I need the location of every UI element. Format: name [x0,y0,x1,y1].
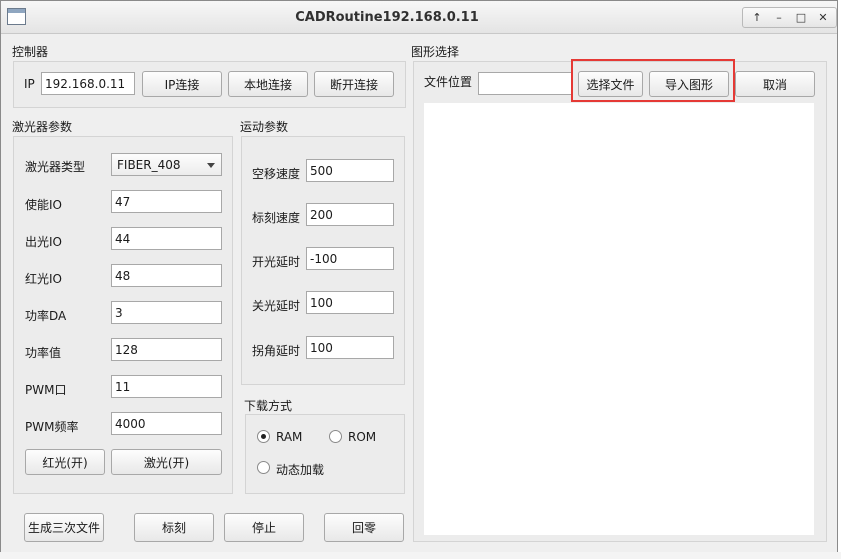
chevron-down-icon [207,163,215,168]
status-bar [0,552,841,559]
mark-speed-input[interactable]: 200 [306,203,394,226]
mark-button[interactable]: 标刻 [134,513,214,542]
red-light-io-label: 红光IO [25,272,62,286]
laser-type-label: 激光器类型 [25,160,86,174]
motion-section-title: 运动参数 [240,120,289,134]
enable-io-label: 使能IO [25,198,62,212]
laser-on-delay-input[interactable]: -100 [306,247,394,270]
laser-type-select[interactable]: FIBER_408 [111,153,222,176]
idle-speed-input[interactable]: 500 [306,159,394,182]
download-section-title: 下载方式 [244,399,293,413]
window-title: CADRoutine192.168.0.11 [295,10,479,25]
file-location-input[interactable] [478,72,572,95]
enable-io-input[interactable]: 47 [111,190,222,213]
laser-type-value: FIBER_408 [117,157,181,172]
rom-radio[interactable] [329,430,342,443]
file-location-label: 文件位置 [424,75,473,89]
graphic-canvas[interactable] [424,103,814,535]
pwm-frequency-input[interactable]: 4000 [111,412,222,435]
idle-speed-label: 空移速度 [252,167,301,181]
ram-radio[interactable] [257,430,270,443]
power-value-label: 功率值 [25,346,62,360]
download-group [245,414,405,494]
minimize-icon[interactable]: – [768,8,790,27]
dynamic-load-label[interactable]: 动态加载 [276,461,324,478]
home-button[interactable]: 回零 [324,513,404,542]
window-controls: ↑ – □ ✕ [742,7,837,28]
maximize-icon[interactable]: □ [790,8,812,27]
ip-input[interactable]: 192.168.0.11 [41,72,135,95]
cancel-button[interactable]: 取消 [735,71,815,97]
graphic-section-title: 图形选择 [411,45,460,59]
stop-button[interactable]: 停止 [224,513,304,542]
power-value-input[interactable]: 128 [111,338,222,361]
corner-delay-input[interactable]: 100 [306,336,394,359]
close-icon[interactable]: ✕ [812,8,834,27]
power-da-input[interactable]: 3 [111,301,222,324]
laser-on-delay-label: 开光延时 [252,255,301,269]
ip-label: IP [24,77,35,91]
emit-io-label: 出光IO [25,235,62,249]
keep-above-icon[interactable]: ↑ [746,8,768,27]
ram-label[interactable]: RAM [276,430,302,444]
red-light-on-button[interactable]: 红光(开) [25,449,105,475]
corner-delay-label: 拐角延时 [252,344,301,358]
power-da-label: 功率DA [25,309,67,323]
laser-off-delay-input[interactable]: 100 [306,291,394,314]
rom-label[interactable]: ROM [348,430,376,444]
local-connect-button[interactable]: 本地连接 [228,71,308,97]
disconnect-button[interactable]: 断开连接 [314,71,394,97]
pwm-frequency-label: PWM频率 [25,420,79,434]
ip-connect-button[interactable]: IP连接 [142,71,222,97]
title-bar[interactable]: CADRoutine192.168.0.11 ↑ – □ ✕ [1,1,837,34]
laser-on-button[interactable]: 激光(开) [111,449,222,475]
dynamic-load-radio[interactable] [257,461,270,474]
main-window: CADRoutine192.168.0.11 ↑ – □ ✕ 控制器 IP 19… [0,0,838,557]
generate-file-button[interactable]: 生成三次文件 [24,513,104,542]
red-light-io-input[interactable]: 48 [111,264,222,287]
mark-speed-label: 标刻速度 [252,211,301,225]
laser-off-delay-label: 关光延时 [252,299,301,313]
pwm-port-label: PWM口 [25,383,67,397]
emit-io-input[interactable]: 44 [111,227,222,250]
laser-section-title: 激光器参数 [12,120,73,134]
pwm-port-input[interactable]: 11 [111,375,222,398]
highlight-box [571,59,735,102]
controller-section-title: 控制器 [12,45,49,59]
